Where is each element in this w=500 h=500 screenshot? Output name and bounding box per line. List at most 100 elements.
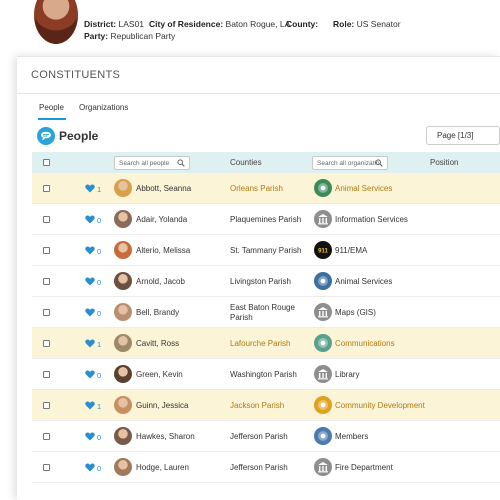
tab-organizations[interactable]: Organizations	[79, 103, 128, 112]
like-count: 0	[97, 432, 102, 442]
heart-icon	[85, 184, 95, 195]
city-value: Baton Rogue, LA	[225, 19, 291, 29]
city-line: City of Residence: Baton Rogue, LA	[149, 19, 290, 29]
search-people-input[interactable]: Search all people	[114, 156, 190, 170]
search-icon	[375, 159, 383, 169]
heart-icon	[85, 246, 95, 257]
county-cell: East Baton Rouge Parish	[230, 303, 295, 322]
person-name[interactable]: Hawkes, Sharon	[136, 432, 195, 441]
organization-name[interactable]: Library	[335, 370, 359, 379]
organization-name[interactable]: Information Services	[335, 215, 408, 224]
like-counter[interactable]: 0	[85, 307, 113, 319]
like-counter[interactable]: 1	[85, 400, 113, 412]
like-counter[interactable]: 0	[85, 462, 113, 474]
like-counter[interactable]: 0	[85, 214, 113, 226]
table-row[interactable]: 0 Bell, Brandy East Baton Rouge Parish Maps…	[32, 297, 500, 328]
row-checkbox[interactable]	[43, 340, 50, 347]
role-line: Role: US Senator	[333, 19, 401, 29]
person-avatar	[114, 427, 132, 445]
person-avatar	[114, 334, 132, 352]
row-checkbox[interactable]	[43, 216, 50, 223]
person-avatar	[114, 179, 132, 197]
table-row[interactable]: 1 Guinn, Jessica Jackson Parish Community D…	[32, 390, 500, 421]
like-counter[interactable]: 0	[85, 369, 113, 381]
emergency-911-icon: 911	[314, 241, 332, 259]
party-value: Republican Party	[110, 31, 176, 41]
organization-name[interactable]: Members	[335, 432, 368, 441]
county-cell: Orleans Parish	[230, 184, 283, 193]
like-count: 0	[97, 308, 102, 318]
person-name[interactable]: Bell, Brandy	[136, 308, 179, 317]
person-avatar	[114, 396, 132, 414]
select-all-checkbox[interactable]	[43, 159, 50, 166]
table-row[interactable]: 0 Adair, Yolanda Plaquemines Parish Informa…	[32, 204, 500, 235]
section-heading: People	[59, 129, 99, 143]
table-row[interactable]: 0 Green, Kevin Washington Parish Library	[32, 359, 500, 390]
heart-icon	[85, 339, 95, 350]
like-counter[interactable]: 0	[85, 245, 113, 257]
person-avatar	[114, 272, 132, 290]
organization-name[interactable]: Animal Services	[335, 184, 392, 193]
heart-icon	[85, 432, 95, 443]
like-count: 1	[97, 184, 102, 194]
person-name[interactable]: Alterio, Melissa	[136, 246, 190, 255]
city-label: City of Residence:	[149, 19, 224, 29]
government-building-icon	[314, 365, 332, 383]
person-name[interactable]: Guinn, Jessica	[136, 401, 188, 410]
row-checkbox[interactable]	[43, 309, 50, 316]
person-name[interactable]: Hodge, Lauren	[136, 463, 189, 472]
page-indicator-button[interactable]: Page [1/3]	[426, 126, 500, 145]
district-label: District:	[84, 19, 117, 29]
table-row[interactable]: 1 Cavitt, Ross Lafourche Parish Communicati…	[32, 328, 500, 359]
organization-name[interactable]: Maps (GIS)	[335, 308, 376, 317]
heart-icon	[85, 370, 95, 381]
counties-header: Counties	[230, 158, 262, 167]
people-icon	[37, 127, 55, 145]
county-cell: Livingston Parish	[230, 277, 291, 286]
person-name[interactable]: Green, Kevin	[136, 370, 183, 379]
row-checkbox[interactable]	[43, 402, 50, 409]
person-name[interactable]: Abbott, Seanna	[136, 184, 191, 193]
communications-icon	[314, 334, 332, 352]
table-row[interactable]: 0 Hodge, Lauren Jefferson Parish Fire Depar…	[32, 452, 500, 483]
organization-name[interactable]: Animal Services	[335, 277, 392, 286]
person-name[interactable]: Cavitt, Ross	[136, 339, 179, 348]
like-count: 0	[97, 246, 102, 256]
organization-name[interactable]: 911/EMA	[335, 246, 367, 255]
table-row[interactable]: 0 Alterio, Melissa St. Tammany Parish 911 91…	[32, 235, 500, 266]
row-checkbox[interactable]	[43, 464, 50, 471]
person-name[interactable]: Adair, Yolanda	[136, 215, 187, 224]
row-checkbox[interactable]	[43, 371, 50, 378]
table-row[interactable]: 0 Arnold, Jacob Livingston Parish Animal Se…	[32, 266, 500, 297]
tab-people[interactable]: People	[39, 103, 64, 112]
government-building-icon	[314, 210, 332, 228]
person-name[interactable]: Arnold, Jacob	[136, 277, 185, 286]
card-title: CONSTITUENTS	[31, 69, 121, 81]
organization-name[interactable]: Community Development	[335, 401, 425, 410]
row-checkbox[interactable]	[43, 433, 50, 440]
role-label: Role:	[333, 19, 355, 29]
table-row[interactable]: 1 Abbott, Seanna Orleans Parish Animal Serv…	[32, 173, 500, 204]
person-avatar	[114, 365, 132, 383]
like-counter[interactable]: 1	[85, 183, 113, 195]
card-divider	[17, 93, 500, 94]
county-cell: Plaquemines Parish	[230, 215, 302, 224]
search-organizations-input[interactable]: Search all organizatio	[312, 156, 388, 170]
row-checkbox[interactable]	[43, 278, 50, 285]
community-development-icon	[314, 396, 332, 414]
like-counter[interactable]: 1	[85, 338, 113, 350]
table-row[interactable]: 0 Hawkes, Sharon Jefferson Parish Members	[32, 421, 500, 452]
profile-line-1: District: LAS01	[84, 19, 144, 29]
organization-name[interactable]: Fire Department	[335, 463, 393, 472]
position-header: Position	[430, 158, 459, 167]
county-cell: Lafourche Parish	[230, 339, 291, 348]
row-checkbox[interactable]	[43, 185, 50, 192]
like-count: 0	[97, 215, 102, 225]
like-counter[interactable]: 0	[85, 276, 113, 288]
organization-name[interactable]: Communications	[335, 339, 395, 348]
row-checkbox[interactable]	[43, 247, 50, 254]
heart-icon	[85, 277, 95, 288]
like-count: 0	[97, 463, 102, 473]
like-counter[interactable]: 0	[85, 431, 113, 443]
person-avatar	[114, 458, 132, 476]
